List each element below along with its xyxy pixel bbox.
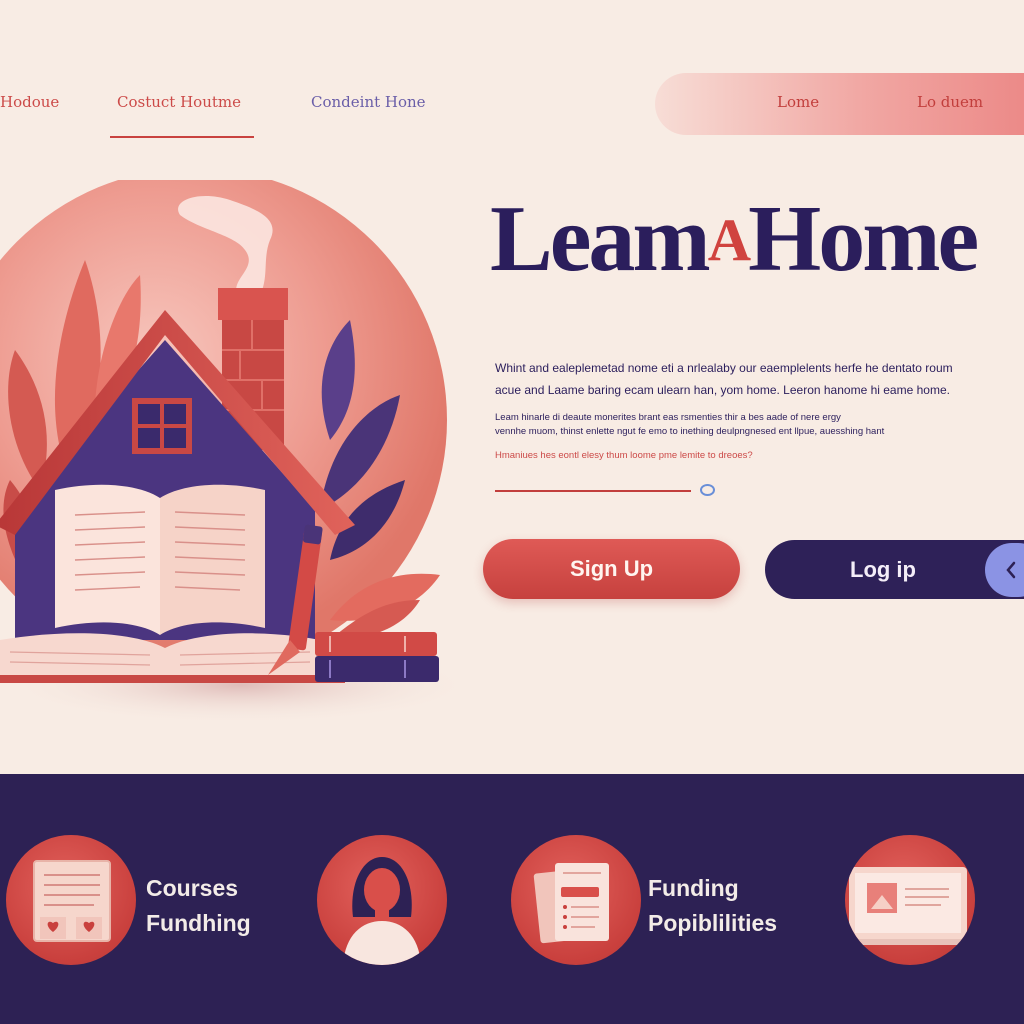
sign-up-button[interactable]: Sign Up (483, 539, 740, 599)
feature-courses-circle[interactable] (6, 835, 136, 965)
feature-person-circle[interactable] (317, 835, 447, 965)
chevron-left-icon (1006, 561, 1016, 579)
features-band: Courses Fundhing Funding Popiblilities (0, 774, 1024, 1024)
nav-link-hodoue[interactable]: Hodoue (0, 93, 59, 111)
feature-courses-label-line-1: Courses (146, 875, 239, 901)
hero-description-line-1: Whint and ealeplemetad nome eti a nrleal… (495, 361, 953, 375)
feature-funding-label-line-1: Funding (648, 875, 739, 901)
hero-title-part2: Home (748, 187, 979, 291)
progress-slider-thumb[interactable] (700, 484, 715, 496)
hero-description-line-2: acue and Laame baring ecam ulearn han, y… (495, 383, 950, 397)
progress-slider-track[interactable] (495, 490, 691, 492)
nav-link-lo-duem[interactable]: Lo duem (917, 93, 983, 111)
nav-link-condeint-hone[interactable]: Condeint Hone (311, 93, 426, 111)
open-book (55, 484, 265, 635)
hero-description-line-4: vennhe muom, thinst enlette ngut fe emo … (495, 426, 885, 437)
nav-pill: Lome Lo duem (655, 73, 1024, 135)
hero-title: LeamAHome (490, 192, 979, 286)
hero-illustration (0, 180, 460, 725)
person-icon (343, 857, 421, 965)
documents-icon (533, 863, 609, 944)
feature-courses-label-line-2: Fundhing (146, 910, 251, 936)
laptop-icon (845, 867, 971, 945)
book-icon (33, 860, 111, 942)
hero-description-link[interactable]: Hmaniues hes eontl elesy thum loome pme … (495, 450, 753, 461)
feature-online-circle[interactable] (845, 835, 975, 965)
hero-title-accent: A (707, 207, 751, 273)
feature-funding-circle[interactable] (511, 835, 641, 965)
nav-link-costuct-houtme[interactable]: Costuct Houtme (117, 93, 241, 111)
nav-link-lome[interactable]: Lome (777, 93, 819, 111)
book-stack (315, 632, 439, 682)
hero-title-part1: Leam (490, 187, 711, 291)
feature-funding-label-line-2: Popiblilities (648, 910, 778, 936)
nav-active-underline (110, 136, 254, 138)
house-window (132, 398, 192, 454)
hero-description-line-3: Leam hinarle di deaute monerites brant e… (495, 412, 841, 423)
